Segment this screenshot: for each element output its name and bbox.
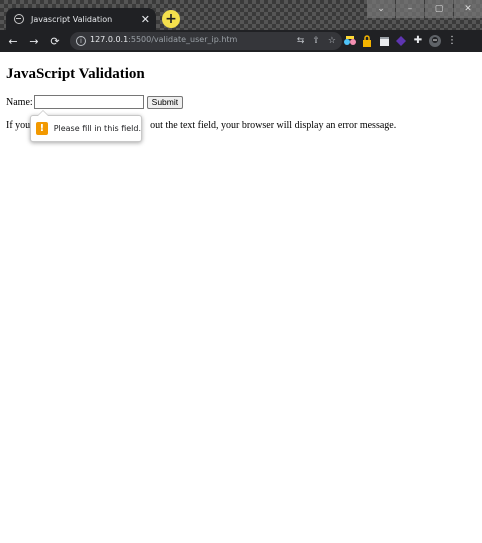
browser-chrome: Javascript Validation ✕ + ⌄ – ▢ ✕ ← → ⟳ … bbox=[0, 0, 482, 52]
back-button[interactable]: ← bbox=[6, 34, 20, 48]
name-input[interactable] bbox=[33, 95, 144, 109]
extension-box-icon[interactable] bbox=[378, 34, 390, 48]
paragraph-end: out the text field, your browser will di… bbox=[150, 120, 397, 131]
extensions-area: ✚ ⋮ bbox=[344, 34, 458, 48]
close-window-button[interactable]: ✕ bbox=[454, 0, 482, 18]
extension-lock-icon[interactable] bbox=[361, 34, 373, 48]
omnibox-actions: ⇆ ⇪ ☆ bbox=[297, 34, 336, 48]
address-bar[interactable]: i 127.0.0.1:5500/validate_user_ip.htm ⇆ … bbox=[70, 32, 342, 50]
translate-icon[interactable]: ⇆ bbox=[297, 34, 305, 48]
site-info-icon[interactable]: i bbox=[76, 36, 86, 46]
tab-strip: Javascript Validation ✕ + ⌄ – ▢ ✕ bbox=[0, 0, 482, 30]
extension-colorful-icon[interactable] bbox=[344, 34, 356, 48]
new-tab-button[interactable]: + bbox=[162, 10, 180, 28]
browser-toolbar: ← → ⟳ i 127.0.0.1:5500/validate_user_ip.… bbox=[0, 30, 482, 52]
submit-button[interactable]: Submit bbox=[146, 95, 184, 109]
validation-message: Please fill in this field. bbox=[53, 124, 141, 133]
url-host: 127.0.0.1 bbox=[90, 35, 129, 44]
tab-title: Javascript Validation bbox=[31, 14, 113, 24]
avatar-icon[interactable] bbox=[429, 34, 441, 48]
forward-button[interactable]: → bbox=[27, 34, 41, 48]
reload-button[interactable]: ⟳ bbox=[48, 34, 62, 48]
puzzle-icon[interactable]: ✚ bbox=[412, 34, 424, 48]
page-title: JavaScript Validation bbox=[6, 66, 145, 82]
maximize-button[interactable]: ▢ bbox=[425, 0, 453, 18]
share-icon[interactable]: ⇪ bbox=[312, 34, 320, 48]
name-form: Name: Submit bbox=[6, 95, 184, 109]
extension-purple-icon[interactable] bbox=[395, 34, 407, 48]
window-controls: ⌄ – ▢ ✕ bbox=[366, 0, 482, 18]
tab-javascript-validation[interactable]: Javascript Validation ✕ bbox=[6, 8, 156, 30]
url-text[interactable]: 127.0.0.1:5500/validate_user_ip.htm bbox=[90, 35, 237, 44]
bookmark-star-icon[interactable]: ☆ bbox=[328, 34, 336, 48]
name-label: Name: bbox=[6, 96, 33, 108]
globe-icon bbox=[14, 14, 24, 24]
tab-search-button[interactable]: ⌄ bbox=[367, 0, 395, 18]
validation-tooltip: ! Please fill in this field. bbox=[30, 110, 142, 142]
warning-icon: ! bbox=[36, 122, 48, 135]
paragraph-start: If you bbox=[6, 120, 31, 131]
url-path: :5500/validate_user_ip.htm bbox=[128, 35, 238, 44]
menu-icon[interactable]: ⋮ bbox=[446, 34, 458, 48]
minimize-button[interactable]: – bbox=[396, 0, 424, 18]
tab-close-icon[interactable]: ✕ bbox=[141, 14, 150, 25]
